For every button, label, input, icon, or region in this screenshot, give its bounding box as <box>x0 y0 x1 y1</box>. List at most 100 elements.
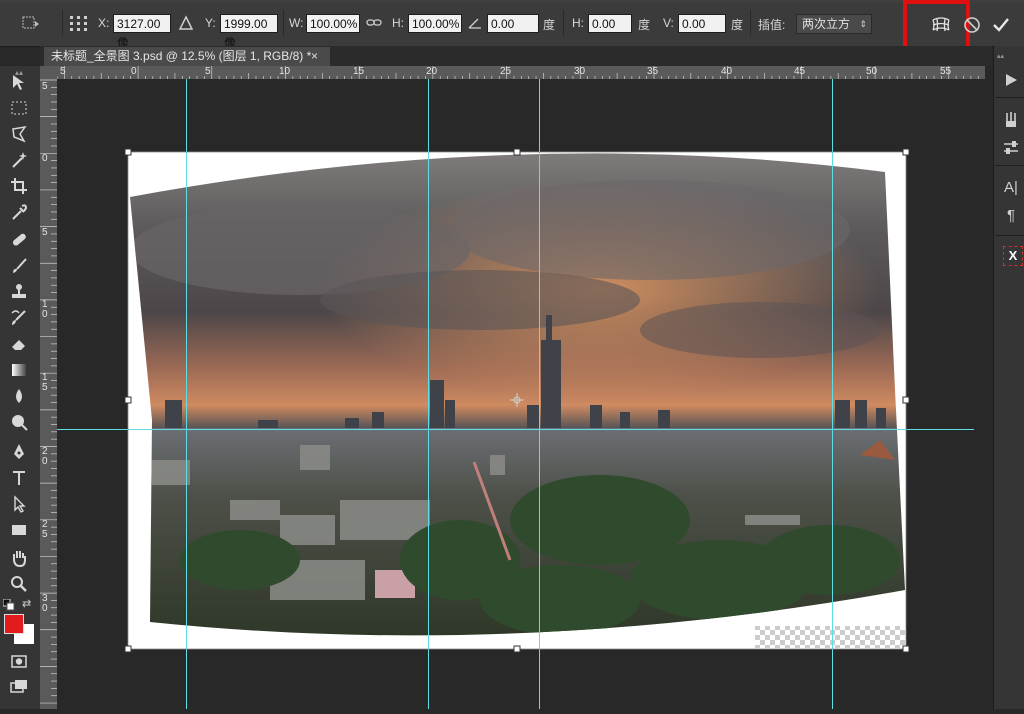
foreground-color-swatch[interactable] <box>4 614 24 634</box>
adjustments-icon[interactable] <box>1000 138 1022 158</box>
transform-handle[interactable] <box>513 148 521 156</box>
y-field[interactable]: 1999.00 像 <box>220 14 278 50</box>
ruler-tick-label: 35 <box>647 66 659 77</box>
interpolation-value: 两次立方 <box>802 17 851 31</box>
eyedropper-icon[interactable] <box>9 202 29 222</box>
transform-handle[interactable] <box>124 645 132 653</box>
ruler-tick-label: 20 <box>426 66 438 77</box>
crop-icon[interactable] <box>9 176 29 196</box>
transform-handle[interactable] <box>513 645 521 653</box>
skew-h-field[interactable]: 0.00 <box>588 14 632 33</box>
screen-mode-icon[interactable] <box>9 677 29 697</box>
interpolation-label: 插值: <box>758 18 786 32</box>
close-panel-icon[interactable]: X <box>1003 246 1023 266</box>
x-label: X: <box>98 16 110 30</box>
document-tab[interactable]: 未标题_全景图 3.psd @ 12.5% (图层 1, RGB/8) * <box>44 47 330 66</box>
ruler-tick-label: 20 <box>42 446 48 467</box>
angle-icon <box>467 16 483 30</box>
ruler-corner <box>40 66 57 79</box>
transform-handle[interactable] <box>124 396 132 404</box>
horizontal-ruler[interactable] <box>56 66 1009 79</box>
ruler-tick-label: 45 <box>794 66 806 77</box>
divider <box>995 235 1024 236</box>
degree-label: 度 <box>731 18 744 32</box>
brush-icon[interactable] <box>9 256 29 276</box>
panel-grip-icon: ▴▴ <box>997 53 1005 60</box>
y-label: Y: <box>205 16 216 30</box>
ruler-tick-label: 30 <box>574 66 586 77</box>
quick-mask-icon[interactable] <box>9 651 29 671</box>
play-icon[interactable] <box>1000 70 1022 90</box>
dropdown-arrow-icon: ⇕ <box>859 19 867 29</box>
angle-field[interactable]: 0.00 <box>487 14 539 33</box>
guide-line[interactable] <box>57 429 974 430</box>
dodge-icon[interactable] <box>9 412 29 432</box>
ruler-tick-label: 40 <box>721 66 733 77</box>
move-icon[interactable] <box>9 72 29 92</box>
commit-transform-icon[interactable] <box>990 14 1012 36</box>
delta-icon[interactable] <box>178 15 194 31</box>
blur-icon[interactable] <box>9 386 29 406</box>
guide-line[interactable] <box>539 79 540 709</box>
character-panel-icon[interactable]: A| <box>1000 178 1022 198</box>
divider <box>995 165 1024 166</box>
brush-presets-icon[interactable] <box>1000 110 1022 130</box>
ruler-tick-label: 0 <box>131 66 137 77</box>
zoom-icon[interactable] <box>9 574 29 594</box>
guide-line[interactable] <box>186 79 187 709</box>
skew-v-label: V: <box>663 16 674 30</box>
default-colors-icon[interactable] <box>2 598 15 611</box>
close-tab-icon[interactable]: × <box>311 47 325 66</box>
type-icon[interactable] <box>9 468 29 488</box>
warped-panorama[interactable] <box>57 79 985 709</box>
skew-h-label: H: <box>572 16 584 30</box>
shape-icon[interactable] <box>9 520 29 540</box>
warp-mode-icon[interactable] <box>928 14 954 36</box>
divider <box>995 97 1024 98</box>
h-label: H: <box>392 16 404 30</box>
height-field[interactable]: 100.00% <box>408 14 462 33</box>
degree-label: 度 <box>543 18 556 32</box>
divider <box>563 10 564 36</box>
skew-v-field[interactable]: 0.00 <box>678 14 726 33</box>
swap-colors-icon[interactable]: ⇄ <box>22 598 34 610</box>
transform-handle[interactable] <box>902 148 910 156</box>
ruler-tick-label: 25 <box>500 66 512 77</box>
marquee-icon[interactable] <box>9 98 29 118</box>
ruler-tick-label: 0 <box>42 153 48 164</box>
width-field[interactable]: 100.00% <box>306 14 360 33</box>
transform-handle[interactable] <box>902 645 910 653</box>
transform-handle[interactable] <box>124 148 132 156</box>
ruler-tick-label: 15 <box>42 372 48 393</box>
degree-label: 度 <box>638 18 651 32</box>
transform-tool-icon[interactable] <box>20 14 42 32</box>
ruler-tick-label: 30 <box>42 593 48 614</box>
eraser-icon[interactable] <box>9 334 29 354</box>
divider <box>750 10 751 36</box>
ruler-tick-label: 15 <box>353 66 365 77</box>
link-icon[interactable] <box>366 16 382 30</box>
guide-line[interactable] <box>428 79 429 709</box>
lasso-icon[interactable] <box>9 124 29 144</box>
ruler-tick-label: 5 <box>60 66 66 77</box>
magic-wand-icon[interactable] <box>9 150 29 170</box>
x-field[interactable]: 3127.00 像 <box>113 14 171 50</box>
w-label: W: <box>289 16 304 30</box>
reference-point-icon[interactable] <box>69 15 89 33</box>
paragraph-panel-icon[interactable]: ¶ <box>1000 206 1022 226</box>
hand-icon[interactable] <box>9 548 29 568</box>
pen-icon[interactable] <box>9 442 29 462</box>
cancel-transform-icon[interactable] <box>962 15 982 35</box>
healing-icon[interactable] <box>9 230 29 250</box>
canvas-area[interactable] <box>57 79 985 709</box>
history-brush-icon[interactable] <box>9 308 29 328</box>
transform-handle[interactable] <box>902 396 910 404</box>
ruler-tick-label: 50 <box>866 66 878 77</box>
stamp-icon[interactable] <box>9 282 29 302</box>
vertical-ruler[interactable] <box>40 79 57 711</box>
gradient-icon[interactable] <box>9 360 29 380</box>
path-select-icon[interactable] <box>9 494 29 514</box>
guide-line[interactable] <box>832 79 833 709</box>
ruler-tick-label: 10 <box>42 299 48 320</box>
interpolation-dropdown[interactable]: 两次立方 ⇕ <box>796 14 872 34</box>
